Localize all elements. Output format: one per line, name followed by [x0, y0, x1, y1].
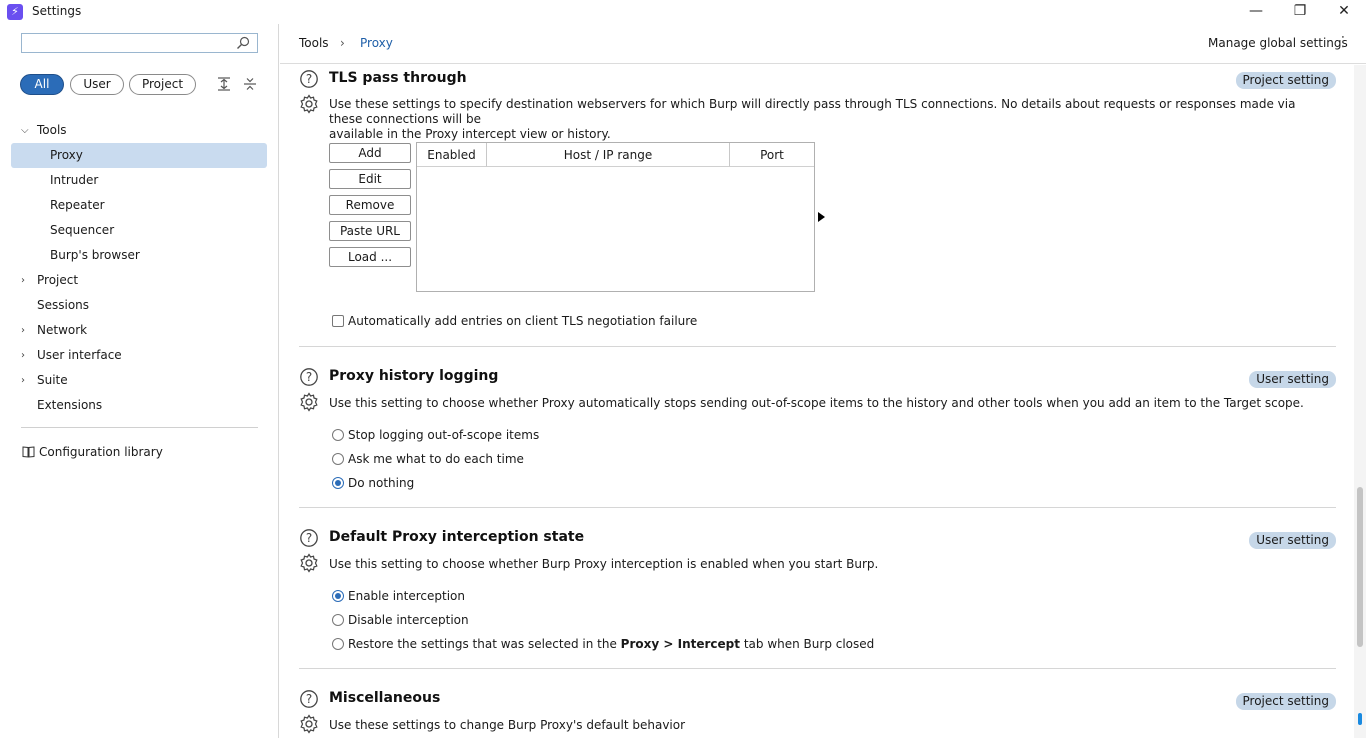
radio-stop-logging[interactable] — [332, 429, 344, 441]
stop-logging-label: Stop logging out-of-scope items — [348, 428, 540, 442]
tree-item-extensions[interactable]: Extensions — [11, 393, 267, 418]
section-title: Default Proxy interception state — [329, 529, 585, 545]
collapse-all-icon[interactable] — [242, 76, 258, 92]
disable-interception-label: Disable interception — [348, 613, 469, 627]
svg-text:?: ? — [306, 531, 312, 545]
auto-add-entries-label: Automatically add entries on client TLS … — [348, 314, 698, 328]
radio-enable-interception[interactable] — [332, 590, 344, 602]
sidebar-divider — [21, 427, 258, 428]
section-divider — [299, 346, 1336, 347]
restore-settings-label: Restore the settings that was selected i… — [348, 637, 875, 651]
gear-icon[interactable] — [299, 553, 319, 573]
add-button[interactable]: Add — [329, 143, 411, 163]
filter-project[interactable]: Project — [129, 74, 196, 95]
ask-me-label: Ask me what to do each time — [348, 452, 524, 466]
expand-all-icon[interactable] — [216, 76, 232, 92]
section-description: Use these settings to specify destinatio… — [329, 97, 1296, 141]
help-icon[interactable]: ? — [299, 69, 319, 89]
scrollbar-thumb[interactable] — [1357, 487, 1363, 647]
sidebar: All User Project ⌵ Tools Proxy Intruder … — [0, 24, 279, 738]
chevron-down-icon: ⌵ — [21, 125, 29, 136]
column-header-host[interactable]: Host / IP range — [487, 143, 730, 167]
paste-url-button[interactable]: Paste URL — [329, 221, 411, 241]
manage-global-settings-button[interactable]: Manage global settings — [1208, 36, 1348, 50]
gear-icon[interactable] — [299, 94, 319, 114]
chevron-right-icon: › — [21, 325, 25, 336]
help-icon[interactable]: ? — [299, 528, 319, 548]
tls-pass-through-table[interactable]: Enabled Host / IP range Port — [416, 142, 815, 292]
radio-do-nothing[interactable] — [332, 477, 344, 489]
section-divider — [299, 507, 1336, 508]
scroll-position-indicator — [1358, 713, 1362, 725]
gear-icon[interactable] — [299, 714, 319, 734]
chevron-right-icon: › — [21, 275, 25, 286]
load-button[interactable]: Load ... — [329, 247, 411, 267]
radio-ask-me[interactable] — [332, 453, 344, 465]
breadcrumb-separator: › — [340, 36, 345, 50]
chevron-right-icon: › — [21, 350, 25, 361]
tree-item-proxy[interactable]: Proxy — [11, 143, 267, 168]
project-setting-badge: Project setting — [1235, 693, 1336, 710]
auto-add-entries-checkbox[interactable] — [332, 315, 344, 327]
gear-icon[interactable] — [299, 392, 319, 412]
chevron-right-icon: › — [21, 375, 25, 386]
window-title: Settings — [32, 4, 82, 18]
user-setting-badge: User setting — [1249, 532, 1336, 549]
tree-item-suite[interactable]: › Suite — [11, 368, 267, 393]
section-divider — [299, 668, 1336, 669]
tree-item-repeater[interactable]: Repeater — [11, 193, 267, 218]
svg-text:?: ? — [306, 72, 312, 86]
help-icon[interactable]: ? — [299, 689, 319, 709]
svg-text:?: ? — [306, 370, 312, 384]
search-input[interactable] — [21, 33, 258, 53]
section-description: Use this setting to choose whether Proxy… — [329, 396, 1304, 410]
title-bar: ⚡ Settings — ❐ ✕ — [0, 0, 1366, 24]
section-title: TLS pass through — [329, 70, 467, 86]
column-header-enabled[interactable]: Enabled — [417, 143, 487, 167]
filter-all[interactable]: All — [20, 74, 64, 95]
breadcrumb-proxy: Proxy — [360, 36, 393, 50]
tree-item-burps-browser[interactable]: Burp's browser — [11, 243, 267, 268]
section-description: Use these settings to change Burp Proxy'… — [329, 718, 686, 732]
breadcrumb-tools[interactable]: Tools — [299, 36, 329, 50]
content-header: Tools › Proxy Manage global settings ⋮ — [280, 24, 1366, 64]
tree-item-tools[interactable]: ⌵ Tools — [11, 118, 267, 143]
expand-arrow-icon[interactable] — [818, 212, 825, 222]
section-title: Proxy history logging — [329, 368, 499, 384]
help-icon[interactable]: ? — [299, 367, 319, 387]
close-button[interactable]: ✕ — [1322, 0, 1366, 24]
tree-item-network[interactable]: › Network — [11, 318, 267, 343]
search-icon[interactable] — [236, 36, 250, 50]
tree-item-user-interface[interactable]: › User interface — [11, 343, 267, 368]
radio-disable-interception[interactable] — [332, 614, 344, 626]
tree-item-sessions[interactable]: Sessions — [11, 293, 267, 318]
kebab-menu-icon[interactable]: ⋮ — [1336, 34, 1350, 50]
section-title: Miscellaneous — [329, 690, 441, 706]
filter-user[interactable]: User — [70, 74, 124, 95]
burp-lightning-icon: ⚡ — [7, 4, 23, 20]
project-setting-badge: Project setting — [1235, 72, 1336, 89]
tree-item-sequencer[interactable]: Sequencer — [11, 218, 267, 243]
user-setting-badge: User setting — [1249, 371, 1336, 388]
svg-text:?: ? — [306, 692, 312, 706]
section-description: Use this setting to choose whether Burp … — [329, 557, 879, 571]
book-icon — [22, 446, 35, 458]
enable-interception-label: Enable interception — [348, 589, 465, 603]
do-nothing-label: Do nothing — [348, 476, 415, 490]
minimize-button[interactable]: — — [1234, 0, 1278, 24]
edit-button[interactable]: Edit — [329, 169, 411, 189]
tree-item-project[interactable]: › Project — [11, 268, 267, 293]
content-scrollbar[interactable] — [1354, 65, 1366, 738]
tree-item-intruder[interactable]: Intruder — [11, 168, 267, 193]
remove-button[interactable]: Remove — [329, 195, 411, 215]
radio-restore-settings[interactable] — [332, 638, 344, 650]
settings-content: ? TLS pass through Project setting Use t… — [280, 65, 1354, 738]
restore-button[interactable]: ❐ — [1278, 0, 1322, 24]
column-header-port[interactable]: Port — [730, 143, 814, 167]
